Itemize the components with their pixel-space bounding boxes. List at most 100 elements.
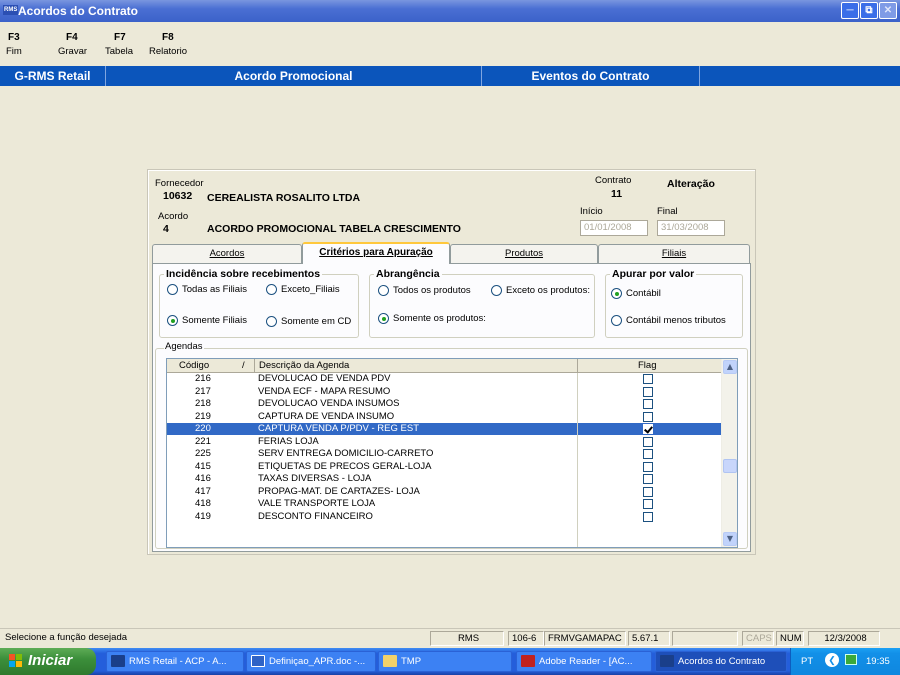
task-acordos[interactable]: Acordos do Contrato [655,651,787,672]
table-row[interactable]: 219 CAPTURA DE VENDA INSUMO [167,411,722,423]
tab-filiais[interactable]: Filiais [598,244,750,263]
task-rms-retail[interactable]: RMS Retail - ACP - A... [106,651,244,672]
f3-fim-button[interactable]: F3 Fim [6,32,22,57]
final-date-field[interactable]: 31/03/2008 [657,220,725,236]
agenda-code: 416 [195,473,211,484]
flag-checkbox[interactable] [643,499,653,509]
flag-checkbox[interactable] [643,461,653,472]
radio-todos-produtos-circle [378,285,389,296]
radio-todos-produtos[interactable]: Todos os produtos [378,285,471,296]
flag-checkbox[interactable] [643,449,653,459]
menu-eventos-do-contrato[interactable]: Eventos do Contrato [482,66,700,86]
radio-somente-cd-label: Somente em CD [281,316,352,327]
task-word-doc[interactable]: Definiçao_APR.doc -... [246,651,376,672]
tab-acordos[interactable]: Acordos [152,244,302,263]
task-tmp-label: TMP [401,656,422,667]
tab-criterios[interactable]: Critérios para Apuração [302,242,450,264]
agenda-code: 418 [195,498,211,509]
table-row[interactable]: 216 DEVOLUCAO DE VENDA PDV [167,373,722,385]
flag-checkbox[interactable] [643,474,653,484]
adobe-reader-icon [521,655,535,667]
col-separator [254,359,255,373]
table-row[interactable]: 415 ETIQUETAS DE PRECOS GERAL-LOJA [167,461,722,473]
close-button[interactable]: ✕ [879,2,897,19]
flag-checkbox[interactable] [643,386,653,397]
tab-filiais-label: Filiais [661,248,687,259]
fornecedor-label: Fornecedor [155,178,204,189]
flag-checkbox[interactable] [643,374,653,384]
flag-checkbox[interactable] [643,411,653,422]
acordo-code: 4 [163,223,169,235]
table-row[interactable]: 218 DEVOLUCAO VENDA INSUMOS [167,398,722,410]
radio-contabil-menos-tributos-circle [611,315,622,326]
start-button[interactable]: Iniciar [0,648,96,675]
radio-somente-produtos[interactable]: Somente os produtos: [378,313,486,324]
status-empty [672,631,738,646]
table-row[interactable]: 217 VENDA ECF - MAPA RESUMO [167,386,722,398]
radio-somente-produtos-label: Somente os produtos: [393,313,486,324]
inicio-date-field[interactable]: 01/01/2008 [580,220,648,236]
contract-panel: Fornecedor 10632 CEREALISTA ROSALITO LTD… [147,169,756,555]
tab-produtos[interactable]: Produtos [450,244,598,263]
minimize-button[interactable]: ─ [841,2,859,19]
f3-label: Fim [6,46,22,57]
agenda-description: FERIAS LOJA [258,435,319,447]
fornecedor-code: 10632 [163,190,193,202]
taskbar: Iniciar RMS Retail - ACP - A... Definiça… [0,648,900,675]
task-adobe-reader[interactable]: Adobe Reader - [AC... [516,651,652,672]
radio-somente-filiais[interactable]: Somente Filiais [167,315,247,326]
table-row[interactable]: 419 DESCONTO FINANCEIRO [167,511,722,523]
radio-contabil-menos-tributos[interactable]: Contábil menos tributos [611,315,726,326]
flag-checkbox[interactable] [643,424,653,434]
col-codigo-header[interactable]: Código [179,360,209,371]
status-caps: CAPS [742,631,774,646]
radio-exceto-filiais[interactable]: Exceto_Filiais [266,284,340,295]
table-row[interactable]: 221 FERIAS LOJA [167,436,722,448]
radio-contabil-label: Contábil [626,288,661,299]
f7-tabela-button[interactable]: F7 Tabela [105,32,133,57]
inicio-label: Início [580,206,603,217]
radio-exceto-produtos[interactable]: Exceto os produtos: [491,285,590,296]
scroll-up-icon[interactable]: ▲ [723,360,737,374]
rms-task-icon [111,655,125,667]
agenda-code: 221 [195,435,211,447]
f8-key: F8 [162,32,174,43]
agenda-description: DESCONTO FINANCEIRO [258,510,373,522]
agenda-code: 417 [195,485,211,497]
table-row[interactable]: 225 SERV ENTREGA DOMICILIO-CARRETO [167,448,722,460]
radio-somente-cd[interactable]: Somente em CD [266,316,351,327]
menu-acordo-promocional[interactable]: Acordo Promocional [106,66,482,86]
windows-flag-icon [9,654,22,667]
col-descricao-header[interactable]: Descrição da Agenda [259,360,349,371]
scroll-thumb[interactable] [723,459,737,473]
menu-g-rms-retail[interactable]: G-RMS Retail [0,66,106,86]
flag-checkbox[interactable] [643,511,653,522]
acordo-name: ACORDO PROMOCIONAL TABELA CRESCIMENTO [207,223,461,235]
grid-scrollbar[interactable]: ▲ ▼ [721,359,737,547]
task-acordos-label: Acordos do Contrato [678,656,766,667]
table-row[interactable]: 417 PROPAG-MAT. DE CARTAZES- LOJA [167,486,722,498]
maximize-button[interactable]: ⧉ [860,2,878,19]
f4-key: F4 [66,32,78,43]
flag-checkbox[interactable] [643,486,653,497]
agenda-code: 419 [195,510,211,522]
col-flag-header[interactable]: Flag [638,360,656,371]
rms-task-icon [660,655,674,667]
network-icon[interactable] [845,654,857,665]
agenda-description: VENDA ECF - MAPA RESUMO [258,385,391,397]
flag-checkbox[interactable] [643,399,653,409]
agendas-grid[interactable]: Código / Descrição da Agenda Flag 216 DEV… [166,358,738,548]
tray-expand-icon[interactable]: ❮ [825,653,839,667]
flag-checkbox[interactable] [643,436,653,447]
radio-contabil[interactable]: Contábil [611,288,661,299]
table-row[interactable]: 418 VALE TRANSPORTE LOJA [167,498,722,510]
radio-todas-filiais[interactable]: Todas as Filiais [167,284,247,295]
f8-relatorio-button[interactable]: F8 Relatorio [149,32,187,57]
language-indicator[interactable]: PT [801,656,813,667]
task-tmp-folder[interactable]: TMP [378,651,512,672]
scroll-down-icon[interactable]: ▼ [723,532,737,546]
status-bar: Selecione a função desejada RMS 106-6 FR… [0,628,900,647]
table-row[interactable]: 416 TAXAS DIVERSAS - LOJA [167,473,722,485]
f4-gravar-button[interactable]: F4 Gravar [58,32,87,57]
table-row[interactable]: 220 CAPTURA VENDA P/PDV - REG EST [167,423,722,435]
